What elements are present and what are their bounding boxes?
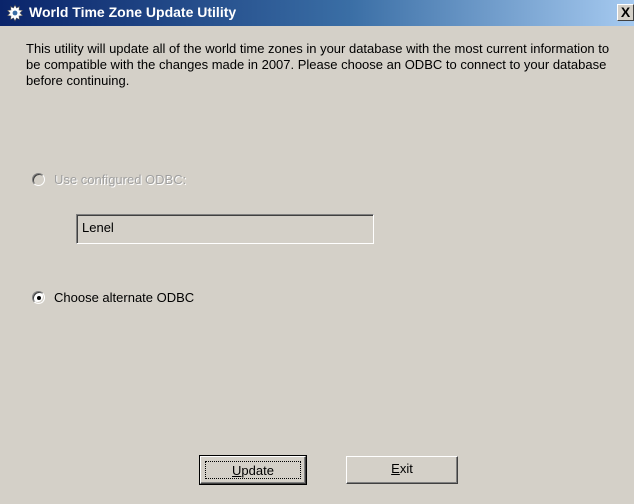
exit-button[interactable]: Exit <box>346 456 458 484</box>
choose-alternate-odbc-label: Choose alternate ODBC <box>54 290 195 305</box>
radio-selected-icon <box>32 291 45 304</box>
radio-unselected-icon <box>32 173 45 186</box>
gear-icon <box>6 4 24 22</box>
exit-button-label: Exit <box>391 461 413 476</box>
close-icon: X <box>620 4 631 20</box>
title-bar[interactable]: World Time Zone Update Utility X <box>0 0 634 26</box>
description-text: This utility will update all of the worl… <box>26 41 610 88</box>
configured-odbc-field: Lenel <box>76 214 374 244</box>
use-configured-odbc-label: Use configured ODBC: <box>54 172 187 187</box>
update-button[interactable]: Update <box>199 455 307 485</box>
close-button[interactable]: X <box>617 4 634 21</box>
window-title: World Time Zone Update Utility <box>29 4 237 20</box>
update-button-label: Update <box>205 461 301 479</box>
